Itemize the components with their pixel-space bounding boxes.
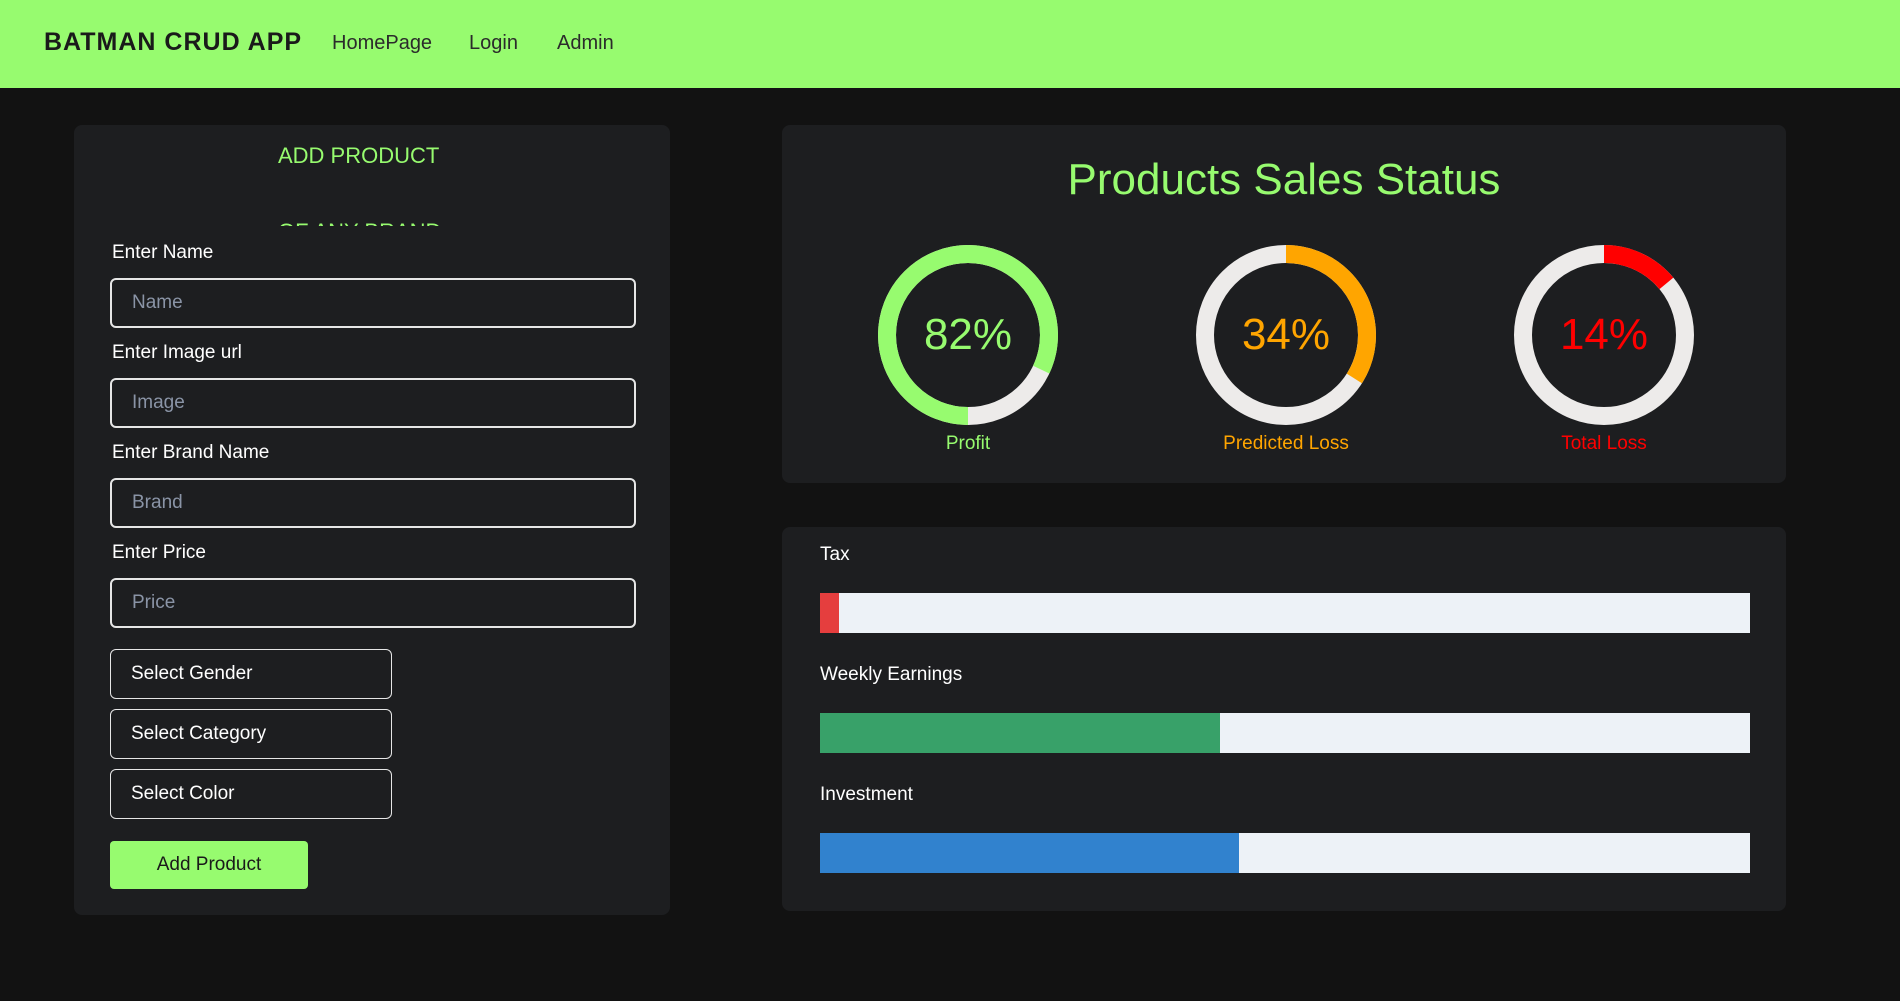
select-gender-dropdown[interactable]: Select Gender bbox=[110, 649, 392, 699]
nav-link-admin[interactable]: Admin bbox=[557, 32, 614, 55]
name-input[interactable] bbox=[110, 278, 636, 328]
profit-gauge-value: 82% bbox=[923, 310, 1013, 359]
select-category-dropdown[interactable]: Select Category bbox=[110, 709, 392, 759]
name-label: Enter Name bbox=[112, 242, 214, 263]
brand-name-input[interactable] bbox=[110, 478, 636, 528]
metrics-card: Tax Weekly Earnings Investment bbox=[782, 527, 1786, 911]
total-loss-gauge-value: 14% bbox=[1559, 310, 1649, 359]
weekly-earnings-label: Weekly Earnings bbox=[820, 664, 963, 685]
predicted-loss-gauge: 34% bbox=[1196, 245, 1376, 425]
weekly-earnings-progress-fill bbox=[820, 713, 1220, 753]
brand-name-label: Enter Brand Name bbox=[112, 442, 270, 463]
image-url-input[interactable] bbox=[110, 378, 636, 428]
price-input[interactable] bbox=[110, 578, 636, 628]
predicted-loss-gauge-label: Predicted Loss bbox=[1223, 433, 1349, 454]
total-loss-gauge: 14% bbox=[1514, 245, 1694, 425]
nav-link-homepage[interactable]: HomePage bbox=[332, 32, 432, 55]
investment-progress-fill bbox=[820, 833, 1239, 873]
navbar: BATMAN CRUD APP HomePage Login Admin bbox=[0, 0, 1900, 88]
tax-progress-fill bbox=[820, 593, 839, 633]
add-product-card: ADD PRODUCT OF ANY BRAND Enter Name Ente… bbox=[74, 125, 670, 915]
select-color-dropdown[interactable]: Select Color bbox=[110, 769, 392, 819]
investment-progress-bar bbox=[820, 833, 1750, 873]
add-product-button[interactable]: Add Product bbox=[110, 841, 308, 889]
investment-label: Investment bbox=[820, 784, 913, 805]
price-label: Enter Price bbox=[112, 542, 206, 563]
profit-gauge-label: Profit bbox=[945, 433, 991, 454]
total-loss-gauge-label: Total Loss bbox=[1561, 433, 1647, 454]
predicted-loss-gauge-value: 34% bbox=[1241, 310, 1331, 359]
tax-progress-bar bbox=[820, 593, 1750, 633]
nav-link-login[interactable]: Login bbox=[469, 32, 518, 55]
sales-status-title: Products Sales Status bbox=[1067, 155, 1501, 204]
sales-status-card: Products Sales Status 82% Profit 34% Pre… bbox=[782, 125, 1786, 483]
app-brand[interactable]: BATMAN CRUD APP bbox=[44, 28, 302, 57]
profit-gauge: 82% bbox=[878, 245, 1058, 425]
image-url-label: Enter Image url bbox=[112, 342, 242, 363]
weekly-earnings-progress-bar bbox=[820, 713, 1750, 753]
form-subtitle: OF ANY BRAND bbox=[278, 217, 498, 226]
tax-label: Tax bbox=[820, 544, 850, 565]
form-title: ADD PRODUCT bbox=[278, 143, 440, 168]
